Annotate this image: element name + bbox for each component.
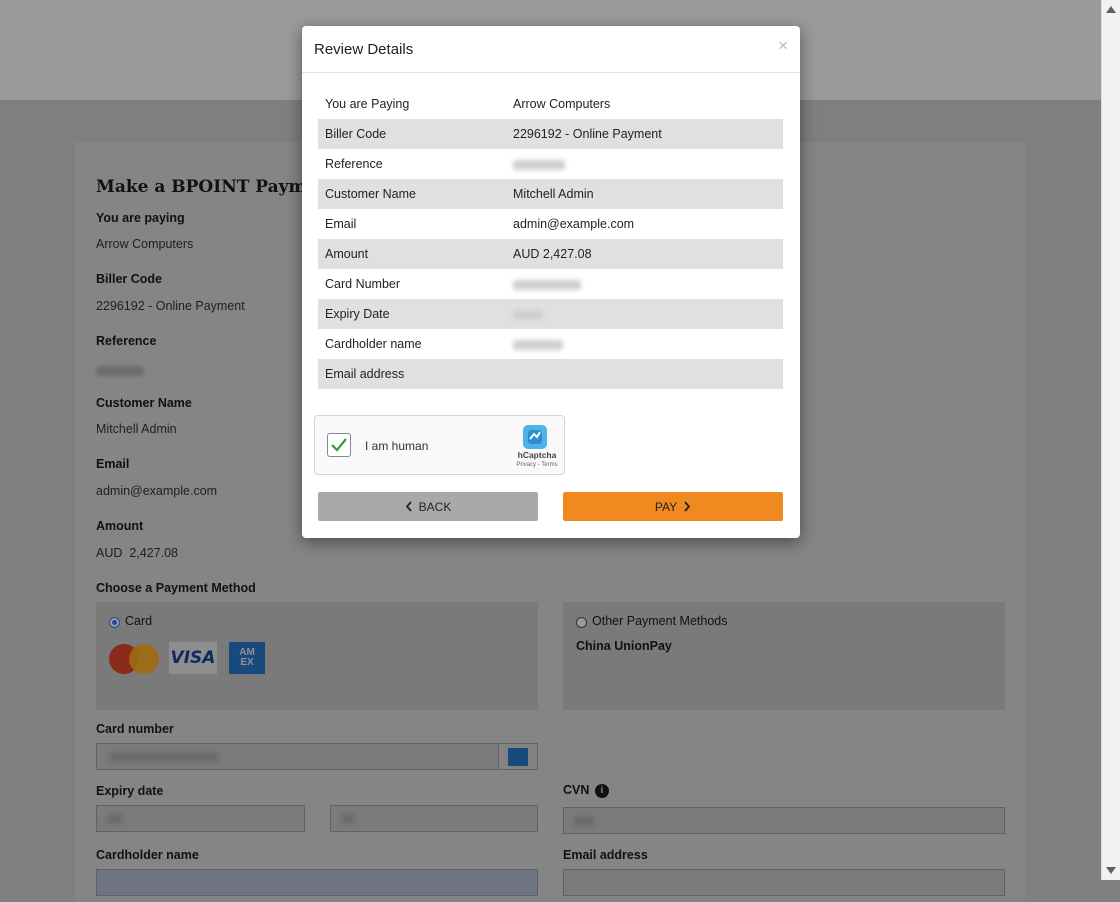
email-label: Email xyxy=(96,457,130,471)
table-row: Card Number xyxy=(318,269,783,299)
amex-icon: AM EX xyxy=(229,642,265,674)
card-payment-option[interactable]: Card VISA AM EX xyxy=(96,602,538,710)
pay-button[interactable]: PAY xyxy=(563,492,783,521)
customer-name-value: Mitchell Admin xyxy=(96,422,177,436)
cardholder-name-input[interactable] xyxy=(96,869,538,896)
captcha-checkbox[interactable] xyxy=(327,433,351,457)
biller-code-label: Biller Code xyxy=(96,272,162,286)
payment-method-label: Choose a Payment Method xyxy=(96,581,256,595)
redacted-value xyxy=(506,329,783,359)
chevron-right-icon xyxy=(684,501,691,512)
hcaptcha-widget: I am human hCaptcha Privacy - Terms xyxy=(314,415,565,475)
review-details-modal: Review Details × You are Paying Arrow Com… xyxy=(302,26,800,538)
reference-value-redacted xyxy=(96,363,144,377)
captcha-brand: hCaptcha xyxy=(517,450,557,460)
reference-label: Reference xyxy=(96,334,157,348)
you-are-paying-label: You are paying xyxy=(96,211,185,225)
expiry-month-input[interactable] xyxy=(96,805,305,832)
email-address-input[interactable] xyxy=(563,869,1005,896)
table-row: Expiry Date xyxy=(318,299,783,329)
table-row: Amount AUD 2,427.08 xyxy=(318,239,783,269)
table-row: Email address xyxy=(318,359,783,389)
other-methods-label: Other Payment Methods xyxy=(592,614,728,628)
table-row: Reference xyxy=(318,149,783,179)
card-option-label: Card xyxy=(125,614,153,628)
card-number-label: Card number xyxy=(96,722,174,736)
mastercard-icon xyxy=(108,642,159,674)
cvn-label: CVN i xyxy=(563,783,609,798)
other-methods-radio[interactable] xyxy=(576,617,587,628)
captcha-privacy-terms-link[interactable]: Privacy - Terms xyxy=(511,462,563,468)
biller-code-value: 2296192 - Online Payment xyxy=(96,299,245,313)
table-row: Cardholder name xyxy=(318,329,783,359)
other-payment-option[interactable]: Other Payment Methods China UnionPay xyxy=(563,602,1005,710)
cvn-input[interactable] xyxy=(563,807,1005,834)
visa-icon: VISA xyxy=(169,642,217,674)
email-value: admin@example.com xyxy=(96,484,218,498)
table-row: Email admin@example.com xyxy=(325,217,635,231)
redacted-value xyxy=(506,299,783,329)
email-address-label: Email address xyxy=(563,848,648,862)
chevron-left-icon xyxy=(405,501,412,512)
vertical-scrollbar[interactable] xyxy=(1101,0,1120,880)
modal-title: Review Details xyxy=(314,41,414,58)
hcaptcha-logo-icon xyxy=(523,425,547,449)
card-radio[interactable] xyxy=(109,617,120,628)
amex-badge-icon xyxy=(498,744,537,769)
info-icon[interactable]: i xyxy=(594,784,609,798)
expiry-year-input[interactable] xyxy=(330,805,538,832)
amount-value: AUD 2,427.08 xyxy=(96,546,178,560)
close-icon[interactable]: × xyxy=(778,36,788,56)
scroll-down-arrow-icon[interactable] xyxy=(1106,867,1116,874)
customer-name-label: Customer Name xyxy=(96,396,192,410)
back-button[interactable]: BACK xyxy=(318,492,538,521)
redacted-value xyxy=(506,149,783,179)
checkmark-icon xyxy=(331,438,347,452)
table-row: You are Paying Arrow Computers xyxy=(325,97,611,111)
redacted-value xyxy=(506,269,783,299)
expiry-date-label: Expiry date xyxy=(96,784,164,798)
review-details-table: You are Paying Arrow Computers Biller Cod… xyxy=(318,89,783,389)
table-row: Biller Code 2296192 - Online Payment xyxy=(318,119,783,149)
cardholder-name-label: Cardholder name xyxy=(96,848,199,862)
table-row: Customer Name Mitchell Admin xyxy=(318,179,783,209)
you-are-paying-value: Arrow Computers xyxy=(96,237,194,251)
card-number-input[interactable] xyxy=(96,743,538,770)
scroll-up-arrow-icon[interactable] xyxy=(1106,6,1116,13)
captcha-label: I am human xyxy=(365,439,429,453)
china-unionpay-label: China UnionPay xyxy=(576,639,672,653)
modal-header: Review Details × xyxy=(302,26,800,73)
amount-label: Amount xyxy=(96,519,144,533)
